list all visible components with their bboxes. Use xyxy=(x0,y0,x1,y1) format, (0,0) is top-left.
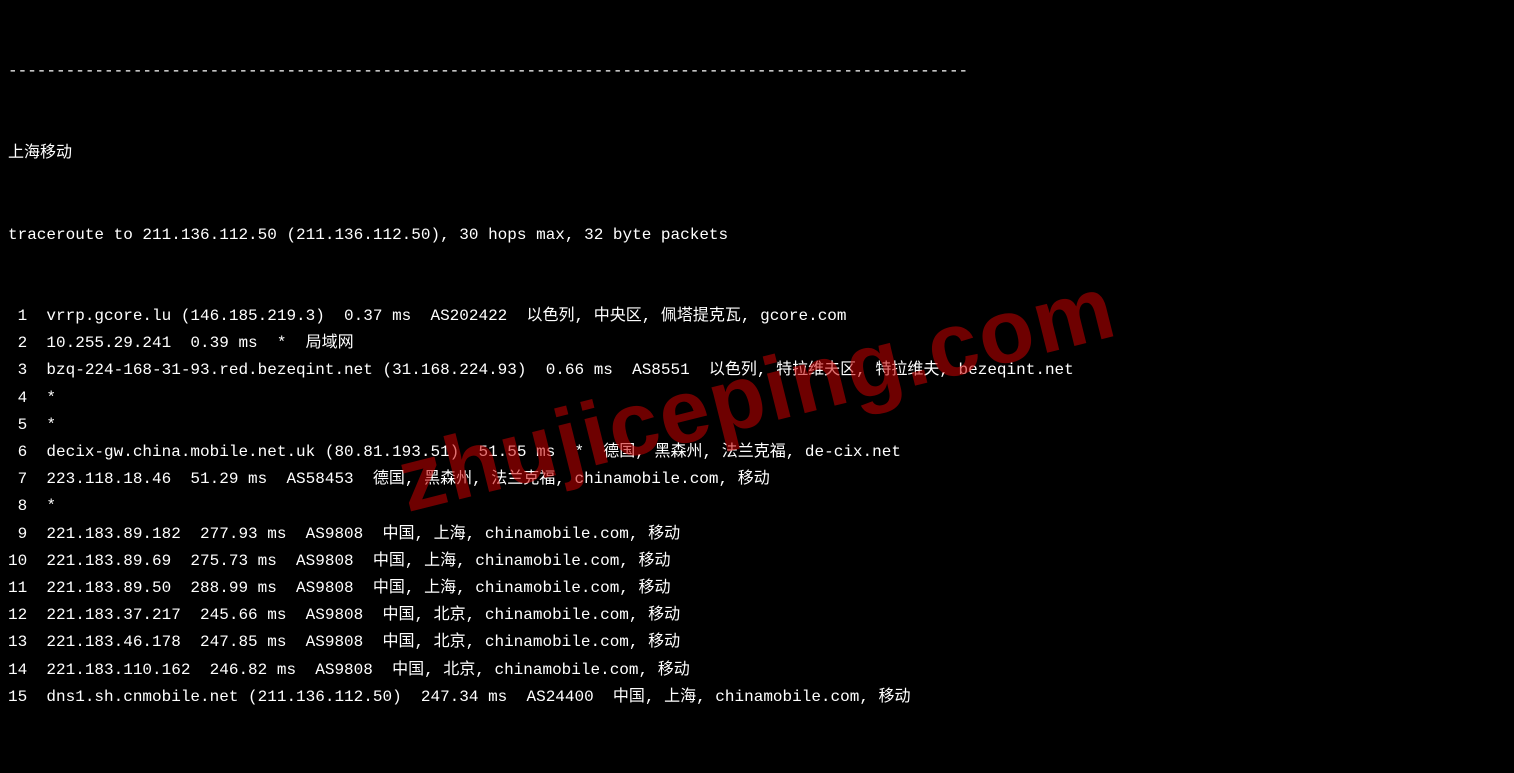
hop-line: 1 vrrp.gcore.lu (146.185.219.3) 0.37 ms … xyxy=(8,303,1506,330)
hop-line: 2 10.255.29.241 0.39 ms * 局域网 xyxy=(8,330,1506,357)
hop-number: 3 xyxy=(8,361,27,379)
hop-body: dns1.sh.cnmobile.net (211.136.112.50) 24… xyxy=(46,688,910,706)
hop-line: 8 * xyxy=(8,493,1506,520)
command-line: traceroute to 211.136.112.50 (211.136.11… xyxy=(8,222,1506,249)
hop-line: 10 221.183.89.69 275.73 ms AS9808 中国, 上海… xyxy=(8,548,1506,575)
hop-line: 13 221.183.46.178 247.85 ms AS9808 中国, 北… xyxy=(8,629,1506,656)
hop-line: 9 221.183.89.182 277.93 ms AS9808 中国, 上海… xyxy=(8,521,1506,548)
hop-number: 6 xyxy=(8,443,27,461)
hop-body: 221.183.89.182 277.93 ms AS9808 中国, 上海, … xyxy=(46,525,680,543)
hop-line: 7 223.118.18.46 51.29 ms AS58453 德国, 黑森州… xyxy=(8,466,1506,493)
hop-body: * xyxy=(46,416,56,434)
hop-line: 11 221.183.89.50 288.99 ms AS9808 中国, 上海… xyxy=(8,575,1506,602)
hop-number: 13 xyxy=(8,633,27,651)
hop-body: 221.183.89.50 288.99 ms AS9808 中国, 上海, c… xyxy=(46,579,670,597)
hop-line: 6 decix-gw.china.mobile.net.uk (80.81.19… xyxy=(8,439,1506,466)
hop-body: 221.183.89.69 275.73 ms AS9808 中国, 上海, c… xyxy=(46,552,670,570)
hop-number: 15 xyxy=(8,688,27,706)
hop-list: 1 vrrp.gcore.lu (146.185.219.3) 0.37 ms … xyxy=(8,303,1506,711)
hop-line: 15 dns1.sh.cnmobile.net (211.136.112.50)… xyxy=(8,684,1506,711)
hop-body: 10.255.29.241 0.39 ms * 局域网 xyxy=(46,334,353,352)
hop-line: 14 221.183.110.162 246.82 ms AS9808 中国, … xyxy=(8,657,1506,684)
terminal-output: ----------------------------------------… xyxy=(0,0,1514,773)
hop-number: 4 xyxy=(8,389,27,407)
hop-number: 14 xyxy=(8,661,27,679)
hop-body: bzq-224-168-31-93.red.bezeqint.net (31.1… xyxy=(46,361,1073,379)
hop-number: 5 xyxy=(8,416,27,434)
hop-number: 8 xyxy=(8,497,27,515)
hop-number: 7 xyxy=(8,470,27,488)
hop-number: 10 xyxy=(8,552,27,570)
hop-body: decix-gw.china.mobile.net.uk (80.81.193.… xyxy=(46,443,901,461)
hop-line: 12 221.183.37.217 245.66 ms AS9808 中国, 北… xyxy=(8,602,1506,629)
hop-number: 2 xyxy=(8,334,27,352)
hop-line: 4 * xyxy=(8,385,1506,412)
hop-body: 221.183.110.162 246.82 ms AS9808 中国, 北京,… xyxy=(46,661,689,679)
hop-line: 3 bzq-224-168-31-93.red.bezeqint.net (31… xyxy=(8,357,1506,384)
separator-line: ----------------------------------------… xyxy=(8,58,1506,85)
hop-number: 9 xyxy=(8,525,27,543)
hop-body: vrrp.gcore.lu (146.185.219.3) 0.37 ms AS… xyxy=(46,307,846,325)
hop-body: * xyxy=(46,389,56,407)
header-line: 上海移动 xyxy=(8,140,1506,167)
hop-body: 223.118.18.46 51.29 ms AS58453 德国, 黑森州, … xyxy=(46,470,769,488)
hop-line: 5 * xyxy=(8,412,1506,439)
hop-body: 221.183.46.178 247.85 ms AS9808 中国, 北京, … xyxy=(46,633,680,651)
hop-body: * xyxy=(46,497,56,515)
hop-number: 1 xyxy=(8,307,27,325)
hop-number: 11 xyxy=(8,579,27,597)
hop-number: 12 xyxy=(8,606,27,624)
hop-body: 221.183.37.217 245.66 ms AS9808 中国, 北京, … xyxy=(46,606,680,624)
